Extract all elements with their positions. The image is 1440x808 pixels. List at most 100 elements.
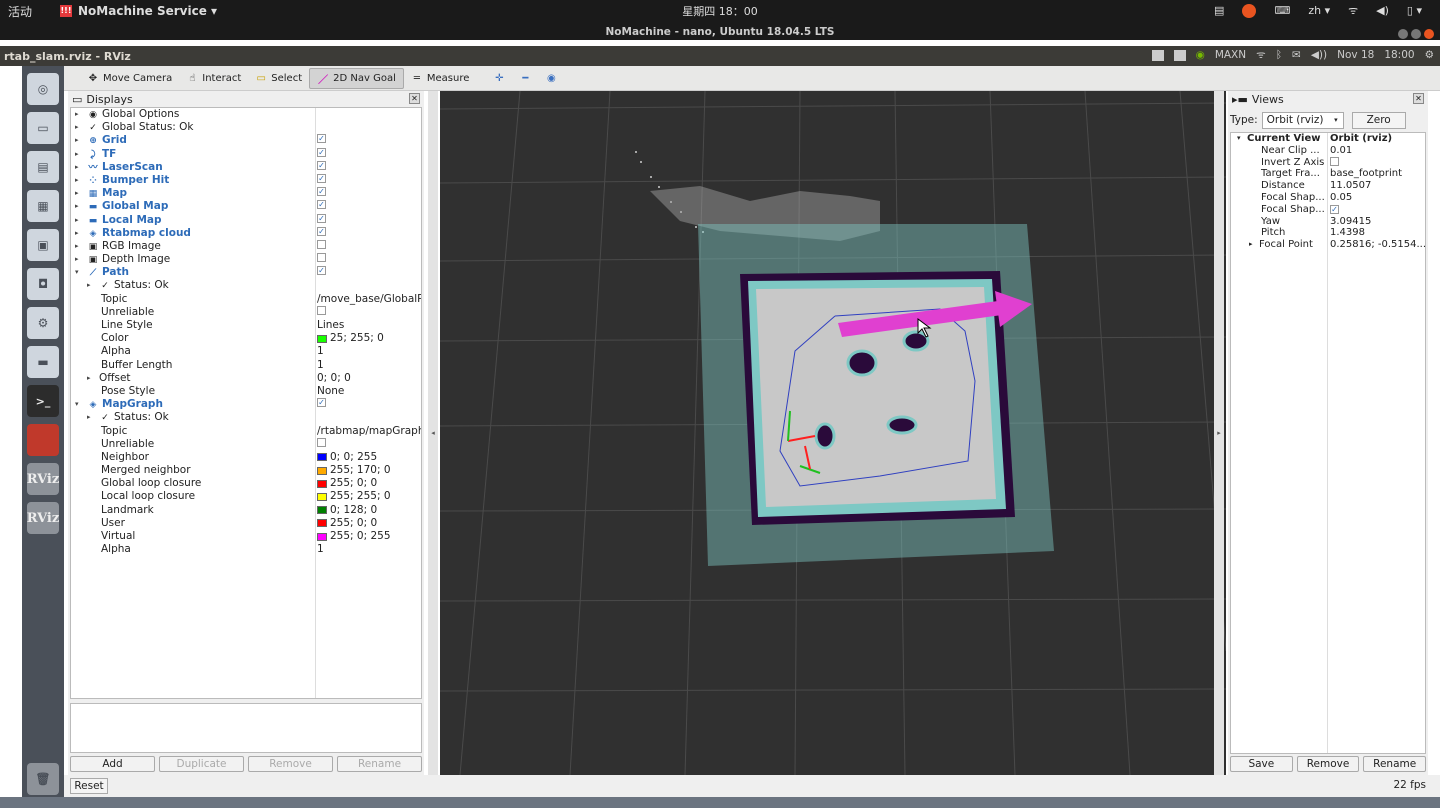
display-value[interactable]	[317, 437, 326, 447]
tool-properties-button[interactable]: ◉	[538, 68, 564, 89]
display-row[interactable]: Global loop closure 255; 0; 0	[71, 477, 421, 490]
color-swatch[interactable]	[317, 532, 327, 541]
display-row[interactable]: Color 25; 255; 0	[71, 332, 421, 345]
writer-launcher-icon[interactable]: ▤	[27, 151, 59, 183]
app-launcher-icon[interactable]	[27, 424, 59, 456]
display-row[interactable]: ▸ ⁘ Bumper Hit ✓	[71, 173, 421, 187]
display-row[interactable]: Local loop closure 255; 255; 0	[71, 490, 421, 503]
display-row[interactable]: Alpha 1	[71, 345, 421, 358]
color-swatch[interactable]	[317, 479, 327, 488]
property-checkbox[interactable]	[1330, 156, 1339, 166]
collapsed-arrow-icon[interactable]: ▸	[75, 240, 79, 253]
enable-checkbox[interactable]: ✓	[317, 200, 326, 210]
view-property-row[interactable]: Focal Shap... ✓	[1231, 204, 1425, 216]
display-value[interactable]: ✓	[317, 134, 326, 144]
remove-view-button[interactable]: Remove	[1296, 756, 1360, 772]
add-display-button[interactable]: Add	[70, 756, 155, 772]
view-type-select[interactable]: Orbit (rviz) ▾	[1261, 111, 1344, 129]
collapsed-arrow-icon[interactable]: ▸	[75, 200, 79, 213]
display-value[interactable]: ✓	[317, 226, 326, 236]
display-value[interactable]: ✓	[317, 187, 326, 197]
color-swatch[interactable]	[317, 466, 327, 475]
display-value[interactable]: 0; 128; 0	[317, 504, 377, 517]
display-row[interactable]: Topic/rtabmap/mapGraph	[71, 425, 421, 438]
interact-tool[interactable]: ☝ Interact	[179, 68, 248, 89]
language-menu[interactable]: zh ▾	[1308, 4, 1330, 17]
display-value[interactable]: 255; 255; 0	[317, 490, 391, 503]
display-value[interactable]: 255; 0; 255	[317, 530, 391, 543]
network-icon[interactable]: ᯤ	[1348, 3, 1358, 18]
view-property-row[interactable]: Yaw 3.09415	[1231, 216, 1425, 228]
mail-icon[interactable]: ✉	[1292, 49, 1301, 61]
display-row[interactable]: Unreliable	[71, 305, 421, 319]
display-row[interactable]: Virtual 255; 0; 255	[71, 530, 421, 543]
display-row[interactable]: ▸ ▣ Depth Image	[71, 253, 421, 266]
enable-checkbox[interactable]: ✓	[317, 187, 326, 197]
display-row[interactable]: Merged neighbor 255; 170; 0	[71, 464, 421, 477]
settings-launcher-icon[interactable]: ⚙	[27, 307, 59, 339]
display-row[interactable]: ▸ 〰 LaserScan ✓	[71, 160, 421, 174]
enable-checkbox[interactable]: ✓	[317, 160, 326, 170]
display-value[interactable]: 1	[317, 359, 324, 372]
collapsed-arrow-icon[interactable]: ▸	[87, 372, 91, 385]
display-value[interactable]: /rtabmap/mapGraph	[317, 425, 421, 438]
display-row[interactable]: ▸ Offset 0; 0; 0	[71, 372, 421, 385]
select-tool[interactable]: ▭ Select	[248, 68, 309, 89]
color-swatch[interactable]	[317, 492, 327, 501]
collapse-right-panel-button[interactable]: ▸	[1214, 91, 1224, 775]
display-row[interactable]: ▸ ▬ Local Map ✓	[71, 213, 421, 227]
collapsed-arrow-icon[interactable]: ▸	[75, 108, 79, 121]
collapsed-arrow-icon[interactable]: ▸	[75, 161, 79, 174]
display-value[interactable]: ✓	[317, 147, 326, 157]
expanded-arrow-icon[interactable]: ▾	[75, 398, 79, 411]
view-property-row[interactable]: Pitch 1.4398	[1231, 227, 1425, 239]
rviz-launcher-icon-2[interactable]: RViz	[27, 502, 59, 534]
duplicate-display-button[interactable]: Duplicate	[159, 756, 244, 772]
collapse-left-panel-button[interactable]: ◂	[428, 91, 438, 775]
display-value[interactable]: None	[317, 385, 344, 398]
expanded-arrow-icon[interactable]: ▾	[75, 266, 79, 279]
enable-checkbox[interactable]: ✓	[317, 134, 326, 144]
display-value[interactable]: 255; 0; 0	[317, 477, 377, 490]
display-row[interactable]: User 255; 0; 0	[71, 517, 421, 530]
views-tree[interactable]: ▾ Current View Orbit (rviz) Near Clip ... 0.…	[1230, 132, 1426, 754]
display-value[interactable]	[317, 305, 326, 315]
close-panel-button[interactable]: ✕	[409, 93, 420, 104]
rviz-launcher-icon[interactable]: RViz	[27, 463, 59, 495]
volume-icon[interactable]: ◀))	[1311, 49, 1327, 61]
collapsed-arrow-icon[interactable]: ▸	[75, 187, 79, 200]
files-launcher-icon[interactable]: ▭	[27, 112, 59, 144]
display-value[interactable]: /move_base/GlobalPlanner/plan	[317, 293, 421, 306]
view-property-value[interactable]: 1.4398	[1330, 227, 1365, 238]
keyboard-icon[interactable]: ⌨	[1274, 4, 1290, 17]
view-property-row[interactable]: Focal Shap... 0.05	[1231, 192, 1425, 204]
battery-icon[interactable]: ▯ ▾	[1407, 4, 1422, 17]
nav-goal-tool[interactable]: ／ 2D Nav Goal	[309, 67, 404, 89]
enable-checkbox[interactable]	[317, 239, 326, 249]
display-value[interactable]: 0; 0; 255	[317, 451, 377, 464]
nomachine-service-menu[interactable]: !!! NoMachine Service ▾	[60, 4, 217, 18]
reset-button[interactable]: Reset	[70, 778, 108, 794]
calc-launcher-icon[interactable]: ▦	[27, 190, 59, 222]
display-value[interactable]: 1	[317, 345, 324, 358]
display-row[interactable]: Topic/move_base/GlobalPlanner/plan	[71, 293, 421, 306]
activities-button[interactable]: 活动	[0, 3, 60, 20]
view-property-value[interactable]: 0.01	[1330, 145, 1352, 156]
display-value[interactable]: ✓	[317, 266, 326, 276]
bluetooth-icon[interactable]: ᛒ	[1276, 49, 1282, 61]
display-value[interactable]: ✓	[317, 200, 326, 210]
display-row[interactable]: Alpha 1	[71, 543, 421, 556]
enable-checkbox[interactable]	[317, 305, 326, 315]
power-mode-label[interactable]: MAXN	[1215, 49, 1246, 61]
enable-checkbox[interactable]: ✓	[317, 147, 326, 157]
view-property-value[interactable]: 0.05	[1330, 192, 1352, 203]
display-row[interactable]: ▸ ◉ Global Options	[71, 108, 421, 121]
display-value[interactable]: ✓	[317, 213, 326, 223]
display-row[interactable]: ▸ ⤸ TF ✓	[71, 147, 421, 161]
expanded-arrow-icon[interactable]: ▾	[1237, 133, 1241, 144]
folder-icon[interactable]	[1151, 49, 1164, 61]
display-row[interactable]: ▸ ▦ Map ✓	[71, 187, 421, 200]
rename-view-button[interactable]: Rename	[1363, 756, 1427, 772]
collapsed-arrow-icon[interactable]: ▸	[87, 279, 91, 292]
close-button[interactable]	[1424, 29, 1434, 39]
